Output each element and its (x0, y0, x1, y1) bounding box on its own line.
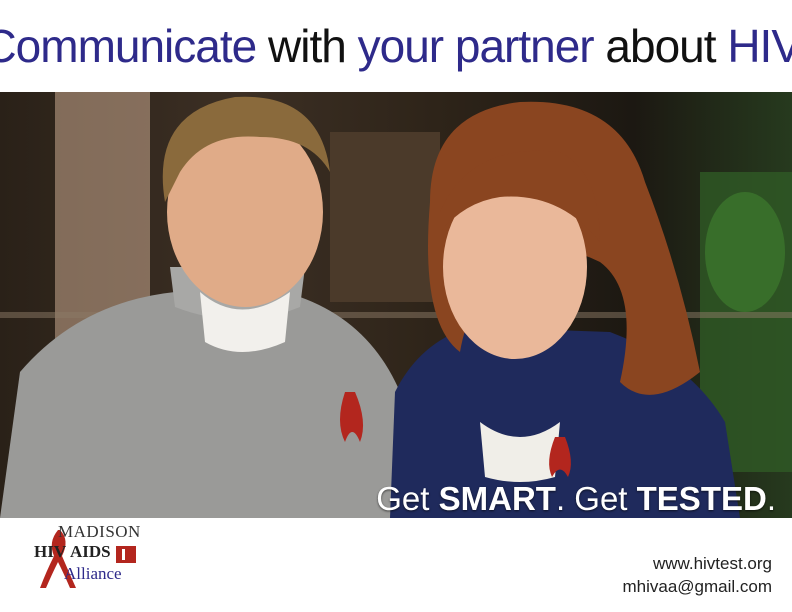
headline-communicate: Communicate (0, 20, 257, 72)
headline: Communicate with your partner about HIV. (0, 0, 792, 92)
tagline-smart: SMART (438, 480, 556, 517)
window-frame (330, 132, 440, 302)
website-link[interactable]: www.hivtest.org (622, 552, 772, 575)
tagline-tested: TESTED (636, 480, 767, 517)
headline-about: about (593, 20, 728, 72)
couple-photo (0, 92, 792, 518)
headline-with: with (256, 20, 358, 72)
couple-illustration (0, 92, 792, 518)
logo-hiv-text: HIV (34, 542, 67, 561)
logo-aids-text: AIDS (70, 542, 111, 561)
email-link[interactable]: mhivaa@gmail.com (622, 575, 772, 598)
tagline: Get SMART. Get TESTED. (376, 480, 776, 518)
logo-alliance-text: Alliance (64, 564, 122, 583)
logo-madison-text: MADISON (58, 522, 141, 541)
headline-your-partner: your partner (357, 20, 595, 72)
tagline-get-1: Get (376, 480, 439, 517)
contact-info: www.hivtest.org mhivaa@gmail.com (622, 552, 772, 598)
tagline-get-2: . Get (555, 480, 637, 517)
headline-hiv: HIV. (727, 20, 792, 72)
madison-hiv-aids-alliance-logo: MADISON HIV AIDS Alliance (18, 522, 158, 592)
plant-leaves (705, 192, 785, 312)
tagline-end: . (766, 480, 776, 517)
